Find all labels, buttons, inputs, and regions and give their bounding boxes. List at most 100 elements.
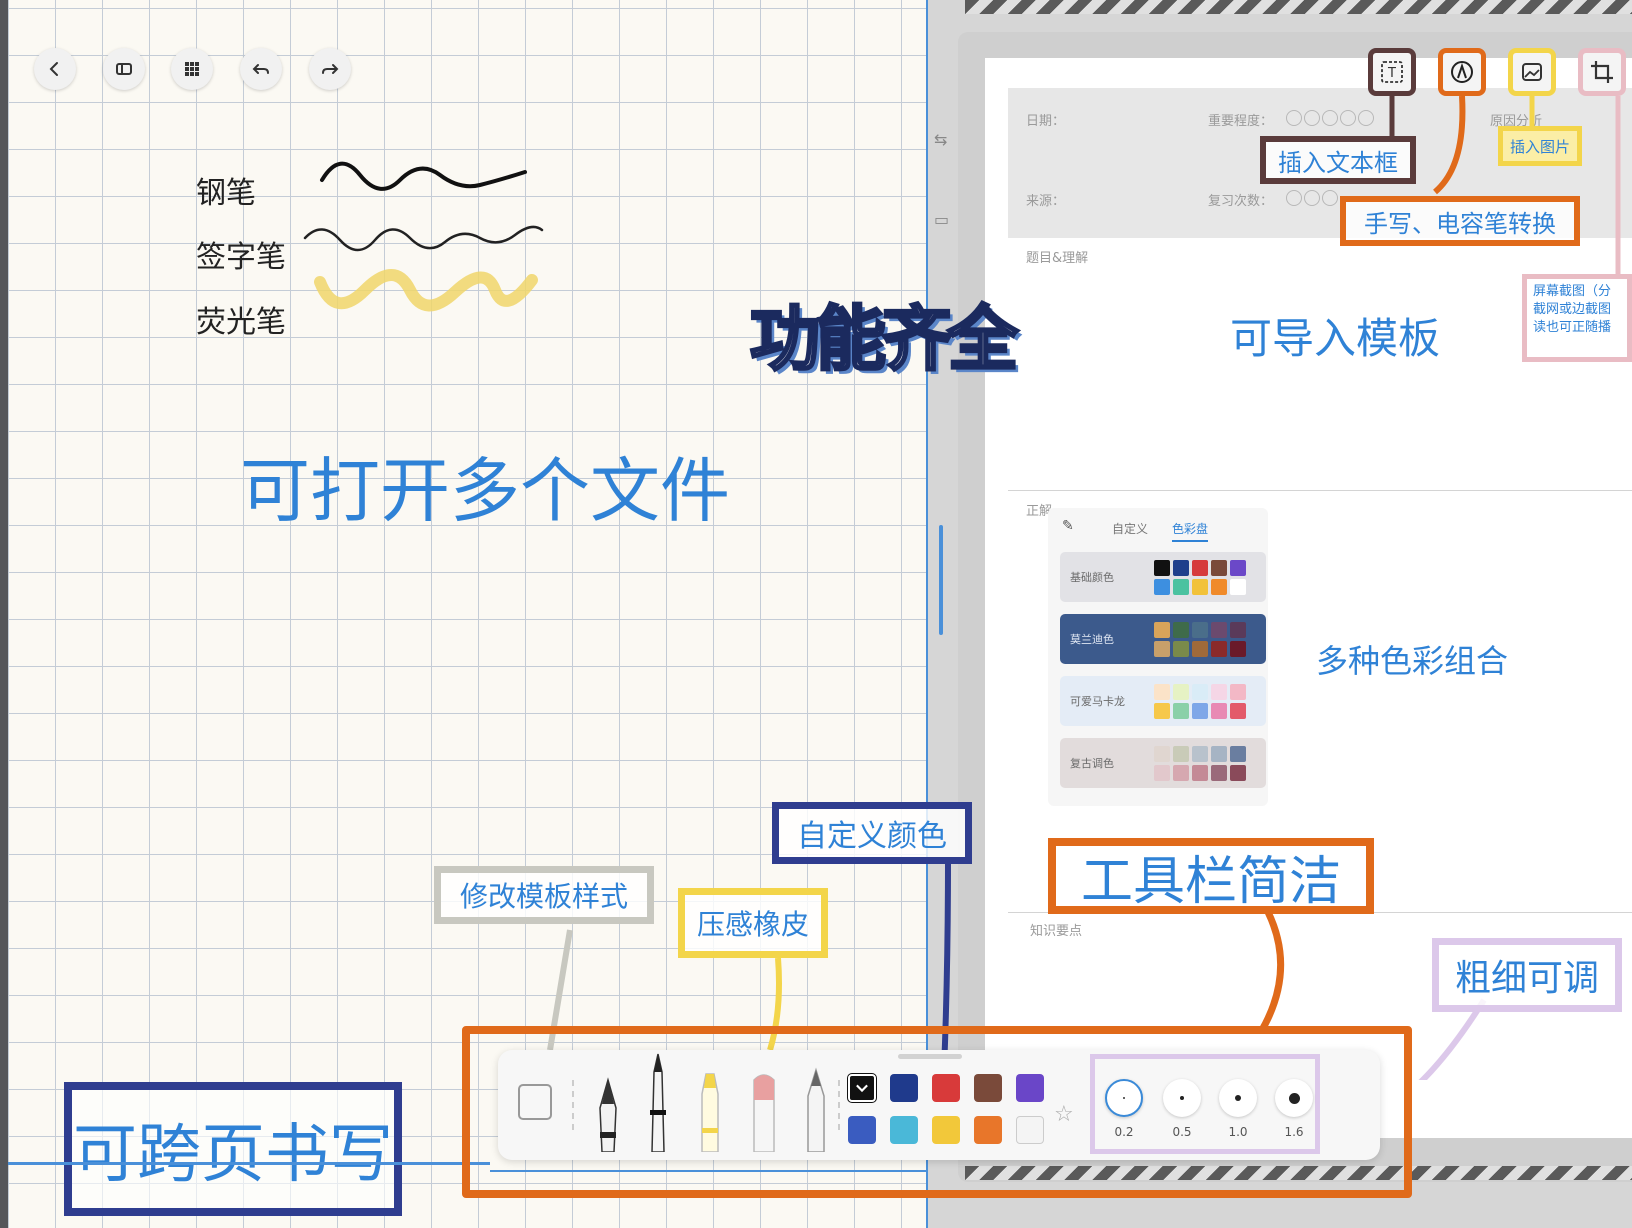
sidebar-icon[interactable] xyxy=(103,48,145,90)
color-swatch[interactable] xyxy=(890,1074,918,1102)
color-swatch[interactable] xyxy=(974,1074,1002,1102)
swatch[interactable] xyxy=(1154,702,1170,719)
swatch[interactable] xyxy=(1173,745,1189,762)
thickness-dot-icon xyxy=(1163,1079,1201,1117)
thickness-group: 0.2 0.5 1.0 1.6 xyxy=(1090,1054,1320,1154)
eyedropper-icon[interactable]: ✎ xyxy=(1062,518,1074,534)
ballpoint-pen-icon[interactable] xyxy=(640,1050,676,1152)
thickness-option[interactable]: 1.0 xyxy=(1213,1059,1263,1159)
template-icon[interactable] xyxy=(518,1084,552,1120)
thickness-dot-icon xyxy=(1219,1079,1257,1117)
swatch[interactable] xyxy=(1211,683,1227,700)
swatch[interactable] xyxy=(1230,640,1246,657)
color-swatch[interactable] xyxy=(848,1116,876,1144)
section-line xyxy=(1008,490,1632,491)
tab-custom[interactable]: 自定义 xyxy=(1112,520,1148,537)
swatch[interactable] xyxy=(1154,745,1170,762)
swatch[interactable] xyxy=(1211,745,1227,762)
swatch[interactable] xyxy=(1211,621,1227,638)
swatch[interactable] xyxy=(1211,559,1227,576)
annotation-text-box: 插入文本框 xyxy=(1260,136,1416,184)
swatch[interactable] xyxy=(1192,621,1208,638)
swap-icon[interactable]: ⇆ xyxy=(934,130,947,149)
swatch[interactable] xyxy=(1173,640,1189,657)
swatch[interactable] xyxy=(1230,621,1246,638)
swatch[interactable] xyxy=(1154,683,1170,700)
color-swatch[interactable] xyxy=(932,1074,960,1102)
thickness-option[interactable]: 0.2 xyxy=(1099,1059,1149,1159)
review-count-rating[interactable] xyxy=(1286,190,1340,210)
palette-row-morandi[interactable]: 莫兰迪色 xyxy=(1060,614,1266,664)
pen-mode-icon[interactable] xyxy=(1438,48,1486,96)
palette-row-retro[interactable]: 复古调色 xyxy=(1060,738,1266,788)
swatch[interactable] xyxy=(1154,578,1170,595)
color-swatch[interactable] xyxy=(974,1116,1002,1144)
swatch[interactable] xyxy=(1154,559,1170,576)
pencil-icon[interactable] xyxy=(798,1066,834,1152)
date-label: 日期： xyxy=(1026,114,1066,129)
color-swatch[interactable] xyxy=(1016,1116,1044,1144)
back-icon[interactable] xyxy=(34,48,76,90)
undo-icon[interactable] xyxy=(240,48,282,90)
annotation-modify-template: 修改模板样式 xyxy=(434,866,654,924)
cross-page-stroke xyxy=(8,1162,490,1165)
swatch[interactable] xyxy=(1192,640,1208,657)
swatch[interactable] xyxy=(1192,745,1208,762)
swatch[interactable] xyxy=(1173,764,1189,781)
swatch[interactable] xyxy=(1230,578,1246,595)
drawing-toolbar: ☆ 0.2 0.5 1.0 1.6 xyxy=(498,1050,1380,1160)
color-swatch[interactable] xyxy=(847,1073,877,1103)
swatch[interactable] xyxy=(1211,702,1227,719)
palette-row-basic[interactable]: 基础颜色 xyxy=(1060,552,1266,602)
scroll-handle[interactable] xyxy=(939,525,943,635)
caption-multi-file: 可打开多个文件 xyxy=(240,450,730,532)
eraser-icon[interactable] xyxy=(746,1070,782,1152)
toolbar-separator xyxy=(572,1080,574,1130)
palette-row-name: 莫兰迪色 xyxy=(1070,633,1114,646)
image-icon[interactable] xyxy=(1508,48,1556,96)
swatch[interactable] xyxy=(1173,683,1189,700)
swatch[interactable] xyxy=(1192,559,1208,576)
swatch[interactable] xyxy=(1230,764,1246,781)
swatch[interactable] xyxy=(1211,578,1227,595)
swatch[interactable] xyxy=(1192,702,1208,719)
swatch[interactable] xyxy=(1154,764,1170,781)
fountain-pen-icon[interactable] xyxy=(588,1060,628,1152)
swatch[interactable] xyxy=(1230,745,1246,762)
swatch[interactable] xyxy=(1192,764,1208,781)
swatch[interactable] xyxy=(1211,640,1227,657)
thickness-option[interactable]: 1.6 xyxy=(1269,1059,1319,1159)
screenshot-line-3: 读也可正随播 xyxy=(1533,320,1612,335)
crop-icon[interactable] xyxy=(1578,48,1626,96)
swatch[interactable] xyxy=(1230,702,1246,719)
swatch-grid xyxy=(1154,745,1246,781)
toolbar-separator xyxy=(838,1080,840,1130)
palette-row-name: 复古调色 xyxy=(1070,757,1114,770)
color-swatch[interactable] xyxy=(932,1116,960,1144)
swatch[interactable] xyxy=(1154,621,1170,638)
swatch[interactable] xyxy=(1192,578,1208,595)
highlighter-icon[interactable] xyxy=(692,1070,728,1152)
swatch[interactable] xyxy=(1154,640,1170,657)
bookmark-icon[interactable]: ▭ xyxy=(934,210,949,229)
swatch[interactable] xyxy=(1173,621,1189,638)
text-box-icon[interactable]: T xyxy=(1368,48,1416,96)
swatch[interactable] xyxy=(1173,559,1189,576)
swatch[interactable] xyxy=(1192,683,1208,700)
swatch[interactable] xyxy=(1173,702,1189,719)
grid-icon[interactable] xyxy=(171,48,213,90)
thickness-option[interactable]: 0.5 xyxy=(1157,1059,1207,1159)
screenshot-line-1: 屏幕截图（分 xyxy=(1533,284,1612,299)
annotation-pen-switch: 手写、电容笔转换 xyxy=(1340,196,1580,246)
color-swatch[interactable] xyxy=(890,1116,918,1144)
swatch[interactable] xyxy=(1211,764,1227,781)
favorite-icon[interactable]: ☆ xyxy=(1054,1102,1074,1127)
palette-row-macaron[interactable]: 可爱马卡龙 xyxy=(1060,676,1266,726)
swatch[interactable] xyxy=(1230,559,1246,576)
swatch[interactable] xyxy=(1230,683,1246,700)
toolbar-grip[interactable] xyxy=(898,1054,962,1059)
redo-icon[interactable] xyxy=(309,48,351,90)
color-swatch[interactable] xyxy=(1016,1074,1044,1102)
tab-palette[interactable]: 色彩盘 xyxy=(1172,520,1209,542)
swatch[interactable] xyxy=(1173,578,1189,595)
